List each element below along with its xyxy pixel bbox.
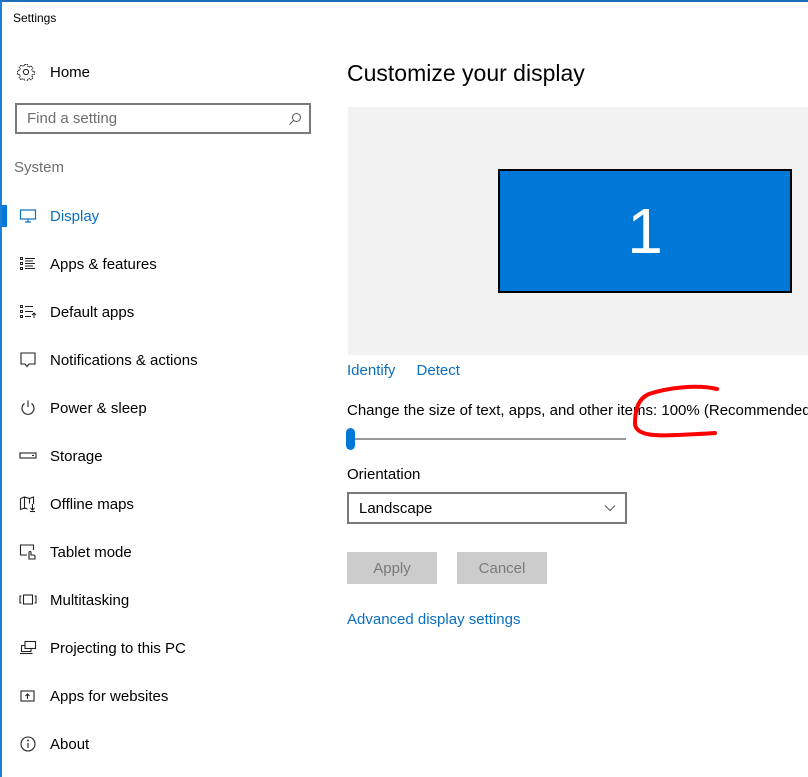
- display-preview: 1: [348, 107, 808, 355]
- sidebar-nav: Display Apps & features Default apps Not…: [2, 192, 322, 768]
- sidebar-item-label: Multitasking: [50, 591, 130, 609]
- sidebar-item-apps-features[interactable]: Apps & features: [2, 240, 322, 288]
- window-title: Settings: [13, 11, 57, 25]
- search-input[interactable]: [17, 110, 281, 127]
- sidebar-item-label: Tablet mode: [50, 543, 132, 561]
- detect-link[interactable]: Detect: [417, 362, 460, 379]
- sidebar-item-label: Projecting to this PC: [50, 639, 186, 657]
- sidebar-item-power-sleep[interactable]: Power & sleep: [2, 384, 322, 432]
- sidebar-item-label: Apps for websites: [50, 687, 169, 705]
- preview-links: Identify Detect: [347, 362, 477, 379]
- sidebar-item-label: Apps & features: [50, 255, 157, 273]
- sidebar-item-label: Storage: [50, 447, 103, 465]
- advanced-display-settings-link[interactable]: Advanced display settings: [347, 611, 520, 628]
- slider-thumb[interactable]: [346, 428, 355, 450]
- sidebar-item-label: Power & sleep: [50, 399, 147, 417]
- orientation-value: Landscape: [359, 499, 433, 517]
- sidebar-item-label: Offline maps: [50, 495, 134, 513]
- tablet-mode-icon: [18, 542, 38, 562]
- default-apps-icon: [18, 302, 38, 322]
- sidebar-item-offline-maps[interactable]: Offline maps: [2, 480, 322, 528]
- open-app-icon: [18, 686, 38, 706]
- sidebar-item-storage[interactable]: Storage: [2, 432, 322, 480]
- sidebar-item-multitasking[interactable]: Multitasking: [2, 576, 322, 624]
- sidebar-item-label: Default apps: [50, 303, 135, 321]
- sidebar-item-label: About: [50, 735, 90, 753]
- scale-label: Change the size of text, apps, and other…: [347, 402, 808, 419]
- power-icon: [18, 398, 38, 418]
- map-download-icon: [18, 494, 38, 514]
- message-icon: [18, 350, 38, 370]
- search-box: [15, 103, 311, 134]
- drive-icon: [18, 446, 38, 466]
- orientation-label: Orientation: [347, 466, 421, 483]
- monitor-tile[interactable]: 1: [498, 169, 792, 293]
- monitor-number: 1: [627, 195, 663, 267]
- sidebar-item-projecting[interactable]: Projecting to this PC: [2, 624, 322, 672]
- chevron-down-icon: [595, 504, 625, 512]
- sidebar-item-about[interactable]: About: [2, 720, 322, 768]
- orientation-dropdown[interactable]: Landscape: [347, 492, 627, 524]
- gear-icon: [16, 62, 36, 82]
- sidebar-item-display[interactable]: Display: [2, 192, 322, 240]
- info-icon: [18, 734, 38, 754]
- identify-link[interactable]: Identify: [347, 362, 395, 379]
- multitasking-icon: [18, 590, 38, 610]
- section-title: System: [14, 159, 65, 176]
- home-label: Home: [50, 63, 91, 81]
- sidebar-item-label: Notifications & actions: [50, 351, 198, 369]
- apply-button[interactable]: Apply: [347, 552, 437, 584]
- scale-slider[interactable]: [346, 426, 628, 452]
- sidebar-item-label: Display: [50, 207, 100, 225]
- sidebar-item-tablet-mode[interactable]: Tablet mode: [2, 528, 322, 576]
- page-title: Customize your display: [347, 60, 585, 86]
- slider-track: [352, 438, 626, 440]
- list-icon: [18, 254, 38, 274]
- sidebar-item-default-apps[interactable]: Default apps: [2, 288, 322, 336]
- sidebar-item-notifications[interactable]: Notifications & actions: [2, 336, 322, 384]
- search-icon[interactable]: [281, 112, 309, 126]
- cancel-button[interactable]: Cancel: [457, 552, 547, 584]
- sidebar-item-apps-websites[interactable]: Apps for websites: [2, 672, 322, 720]
- monitor-icon: [18, 206, 38, 226]
- home-nav[interactable]: Home: [16, 60, 90, 84]
- project-icon: [18, 638, 38, 658]
- settings-window: Settings Home System: [0, 0, 808, 777]
